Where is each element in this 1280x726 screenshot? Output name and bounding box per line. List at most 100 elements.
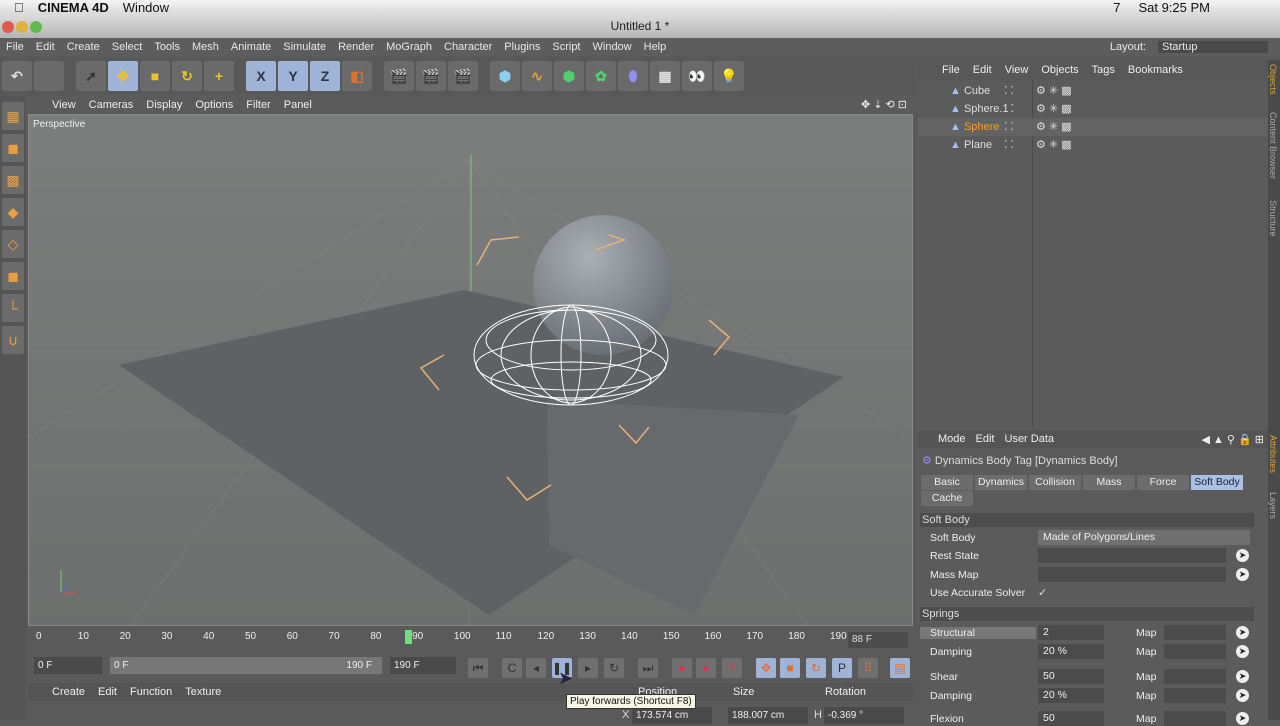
viewport-perspective[interactable]: Perspective	[28, 114, 913, 626]
tag-icons[interactable]: ⚙ ✳ ▩	[1036, 118, 1072, 136]
am-nav-icons[interactable]: ◀ ▲ ⚲ 🔒 ⊞	[1201, 433, 1264, 446]
am-menu-user-data[interactable]: User Data	[1005, 433, 1055, 445]
key-rotation-icon[interactable]: ↻	[806, 658, 826, 678]
current-frame-field[interactable]: 88 F	[848, 632, 908, 648]
next-frame-icon[interactable]: ▸	[578, 658, 598, 678]
light-icon[interactable]: 💡	[714, 61, 744, 91]
soft-body-dropdown[interactable]: Made of Polygons/Lines	[1038, 530, 1250, 545]
snap-icon[interactable]: ∪	[2, 326, 24, 354]
spline-icon[interactable]: ∿	[522, 61, 552, 91]
tab-mass[interactable]: Mass	[1083, 475, 1135, 490]
menu-edit[interactable]: Edit	[36, 41, 55, 53]
app-menu[interactable]: CINEMA 4D	[38, 0, 109, 15]
start-frame-field[interactable]: 0 F	[34, 657, 102, 674]
object-row-sphere[interactable]: ▲ Sphere ⁚ ⁚ ⚙ ✳ ▩	[918, 118, 1268, 136]
menu-script[interactable]: Script	[552, 41, 580, 53]
model-mode-icon[interactable]: ◼	[2, 134, 24, 162]
spring-value-field[interactable]: 20 %	[1038, 688, 1104, 703]
tab-structure[interactable]: Structure	[1268, 200, 1278, 237]
visibility-dots[interactable]: ⁚ ⁚	[1004, 100, 1014, 118]
vp-menu-panel[interactable]: Panel	[284, 99, 312, 111]
vp-menu-display[interactable]: Display	[146, 99, 182, 111]
pick-icon[interactable]: ➤	[1236, 670, 1249, 683]
menu-create[interactable]: Create	[67, 41, 100, 53]
map-field[interactable]	[1164, 644, 1226, 659]
zoom-button[interactable]	[30, 21, 42, 33]
menu-select[interactable]: Select	[112, 41, 143, 53]
tab-basic[interactable]: Basic	[921, 475, 973, 490]
auto-keying-icon[interactable]: ●	[696, 658, 716, 678]
apple-icon[interactable]: 	[14, 0, 24, 15]
spring-value-field[interactable]: 50	[1038, 711, 1104, 726]
close-button[interactable]	[2, 21, 14, 33]
map-field[interactable]	[1164, 711, 1226, 726]
x-axis-icon[interactable]: X	[246, 61, 276, 91]
tab-objects[interactable]: Objects	[1268, 64, 1278, 95]
menu-simulate[interactable]: Simulate	[283, 41, 326, 53]
menu-mograph[interactable]: MoGraph	[386, 41, 432, 53]
object-row-cube[interactable]: ▲ Cube ⁚ ⁚ ⚙ ✳ ▩	[918, 82, 1268, 100]
viewport-nav-icons[interactable]: ✥ ⇣ ⟲ ⊡	[861, 98, 907, 111]
layout-select[interactable]: Startup	[1158, 41, 1268, 53]
tag-icons[interactable]: ⚙ ✳ ▩	[1036, 136, 1072, 154]
vp-menu-cameras[interactable]: Cameras	[89, 99, 134, 111]
mograph-cloner-icon[interactable]: ✿	[586, 61, 616, 91]
subdivision-icon[interactable]: ⬢	[554, 61, 584, 91]
minimize-button[interactable]	[16, 21, 28, 33]
spring-value-field[interactable]: 50	[1038, 669, 1104, 684]
pick-icon[interactable]: ➤	[1236, 568, 1249, 581]
position-x-field[interactable]: 173.574 cm	[632, 707, 712, 724]
rotation-h-field[interactable]: -0.369 °	[824, 707, 904, 724]
pick-icon[interactable]: ➤	[1236, 626, 1249, 639]
menu-animate[interactable]: Animate	[231, 41, 271, 53]
edges-mode-icon[interactable]: ◇	[2, 230, 24, 258]
om-menu-edit[interactable]: Edit	[973, 64, 992, 76]
key-parameter-icon[interactable]: P	[832, 658, 852, 678]
tab-collision[interactable]: Collision	[1029, 475, 1081, 490]
tab-dynamics[interactable]: Dynamics	[975, 475, 1027, 490]
visibility-dots[interactable]: ⁚ ⁚	[1004, 136, 1014, 154]
vp-menu-view[interactable]: View	[52, 99, 76, 111]
object-row-plane[interactable]: ▲ Plane ⁚ ⁚ ⚙ ✳ ▩	[918, 136, 1268, 154]
tag-icons[interactable]: ⚙ ✳ ▩	[1036, 82, 1072, 100]
am-menu-mode[interactable]: Mode	[938, 433, 966, 445]
tab-cache[interactable]: Cache	[921, 491, 973, 506]
go-to-start-icon[interactable]: ⏮	[468, 658, 488, 678]
go-to-end-icon[interactable]: ⏭	[638, 658, 658, 678]
pick-icon[interactable]: ➤	[1236, 689, 1249, 702]
axis-mode-icon[interactable]: └	[2, 294, 24, 322]
undo-icon[interactable]: ↶	[2, 61, 32, 91]
y-axis-icon[interactable]: Y	[278, 61, 308, 91]
render-view-icon[interactable]: 🎬	[384, 61, 414, 91]
polygons-mode-icon[interactable]: ◼	[2, 262, 24, 290]
window-menu[interactable]: Window	[123, 0, 169, 15]
menu-character[interactable]: Character	[444, 41, 492, 53]
om-menu-bookmarks[interactable]: Bookmarks	[1128, 64, 1183, 76]
previous-frame-icon[interactable]: ◂	[526, 658, 546, 678]
spring-value-field[interactable]: 2	[1038, 625, 1104, 640]
texture-mode-icon[interactable]: ▩	[2, 166, 24, 194]
tab-attributes[interactable]: Attributes	[1268, 435, 1278, 473]
tab-content-browser[interactable]: Content Browser	[1268, 112, 1278, 179]
pick-icon[interactable]: ➤	[1236, 645, 1249, 658]
timeline-window-icon[interactable]: ▤	[890, 658, 910, 678]
previous-key-icon[interactable]: C	[502, 658, 522, 678]
playhead[interactable]	[404, 630, 412, 644]
map-field[interactable]	[1164, 688, 1226, 703]
pick-icon[interactable]: ➤	[1236, 712, 1249, 725]
range-slider[interactable]: 0 F 190 F	[110, 657, 382, 674]
menu-tools[interactable]: Tools	[154, 41, 180, 53]
next-key-icon[interactable]: ↻	[604, 658, 624, 678]
key-position-icon[interactable]: ✥	[756, 658, 776, 678]
deformer-icon[interactable]: ⬮	[618, 61, 648, 91]
tab-force[interactable]: Force	[1137, 475, 1189, 490]
map-field[interactable]	[1164, 669, 1226, 684]
cube-primitive-icon[interactable]: ⬢	[490, 61, 520, 91]
record-keys-icon[interactable]: ●	[672, 658, 692, 678]
size-x-field[interactable]: 188.007 cm	[728, 707, 808, 724]
rest-state-field[interactable]	[1038, 548, 1226, 563]
om-menu-objects[interactable]: Objects	[1041, 64, 1078, 76]
timeline-ruler[interactable]: 0 10 20 30 40 50 60 70 80 90 100 110 120 130 140 150 160…	[28, 628, 913, 655]
tag-icons[interactable]: ⚙ ✳ ▩	[1036, 100, 1072, 118]
om-menu-file[interactable]: File	[942, 64, 960, 76]
